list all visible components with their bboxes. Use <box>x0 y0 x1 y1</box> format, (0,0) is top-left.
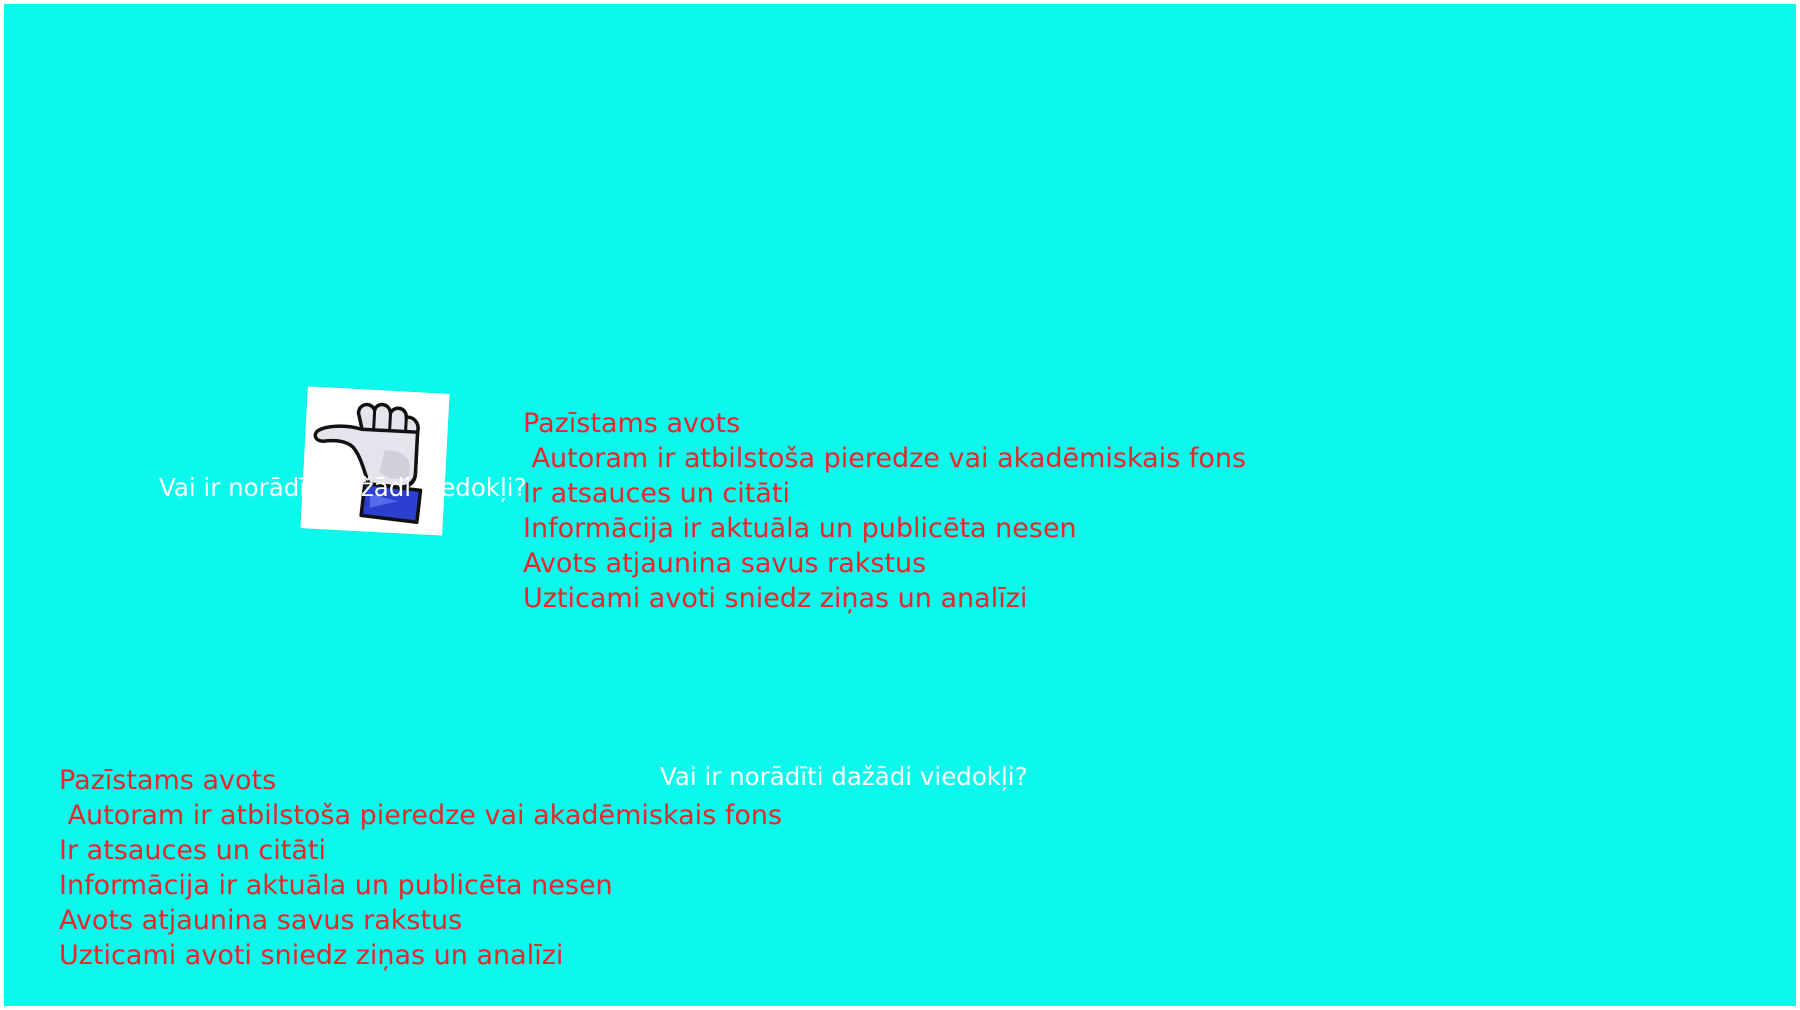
criteria-item: Informācija ir aktuāla un publicēta nese… <box>59 870 613 901</box>
question-top: Vai ir norādīti dažādi viedokļi? <box>159 473 527 502</box>
criteria-item: Autoram ir atbilstoša pieredze vai akadē… <box>59 800 783 831</box>
criteria-item: Uzticami avoti sniedz ziņas un analīzi <box>523 583 1028 614</box>
criteria-item: Uzticami avoti sniedz ziņas un analīzi <box>59 940 564 971</box>
thumbs-down-card <box>300 386 450 536</box>
criteria-list-top: Pazīstams avots Autoram ir atbilstoša pi… <box>523 406 1246 616</box>
criteria-item: Ir atsauces un citāti <box>59 835 326 866</box>
criteria-item: Avots atjaunina savus rakstus <box>59 905 463 936</box>
criteria-item: Pazīstams avots <box>523 408 741 439</box>
thumbs-down-icon <box>313 402 423 525</box>
criteria-item: Autoram ir atbilstoša pieredze vai akadē… <box>523 443 1247 474</box>
criteria-list-bottom: Pazīstams avots Autoram ir atbilstoša pi… <box>59 763 782 973</box>
criteria-item: Avots atjaunina savus rakstus <box>523 548 927 579</box>
criteria-item: Ir atsauces un citāti <box>523 478 790 509</box>
criteria-item: Pazīstams avots <box>59 765 277 796</box>
criteria-item: Informācija ir aktuāla un publicēta nese… <box>523 513 1077 544</box>
slide-canvas: Vai ir norādīti dažādi viedokļi? Pazīsta… <box>4 4 1796 1006</box>
